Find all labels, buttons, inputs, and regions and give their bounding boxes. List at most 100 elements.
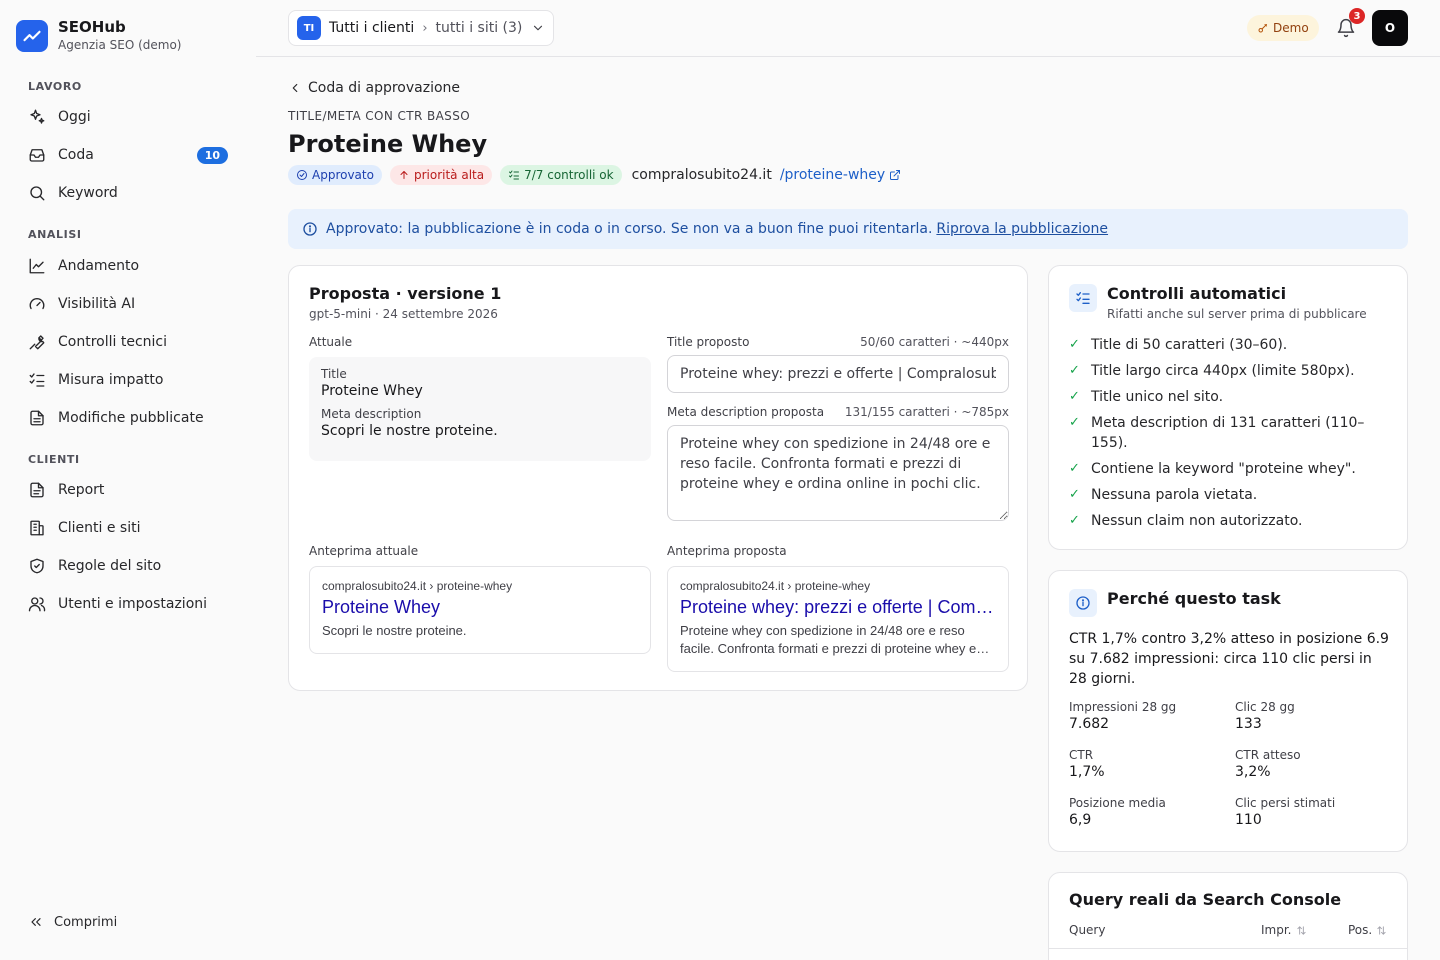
- brand[interactable]: SEOHub Agenzia SEO (demo): [16, 18, 181, 54]
- serp-url: compralosubito24.it › proteine-whey: [322, 579, 513, 593]
- report-icon: [30, 482, 44, 498]
- checks-badge: 7/7 controlli ok: [500, 165, 622, 185]
- user-avatar-button[interactable]: O: [1372, 10, 1408, 46]
- stat-avg-position: Posizione media 6,9: [1069, 796, 1166, 828]
- collapse-sidebar-button[interactable]: Comprimi: [28, 914, 117, 930]
- check-icon: ✓: [1069, 389, 1080, 404]
- stat-lost-clicks: Clic persi stimati 110: [1235, 796, 1336, 828]
- notification-count-badge: 3: [1349, 8, 1365, 24]
- proposal-title: Proposta · versione 1: [309, 284, 502, 303]
- page-path: /proteine-whey: [779, 167, 886, 183]
- serp-description: Scopri le nostre proteine.: [322, 623, 467, 638]
- serp-description: Proteine whey con spedizione in 24/48 or…: [680, 623, 977, 656]
- page-url-link[interactable]: /proteine-whey: [780, 167, 901, 183]
- sidebar-item-label: Oggi: [58, 109, 91, 125]
- proposal-subtitle: gpt-5-mini · 24 settembre 2026: [309, 307, 498, 321]
- task-meta-row: Approvato priorità alta 7/7 controlli ok…: [288, 164, 901, 186]
- current-title-label: Title: [321, 367, 347, 381]
- serp-title: Proteine whey: prezzi e offerte | Compra…: [680, 597, 996, 617]
- building-icon: [30, 520, 44, 536]
- demo-badge[interactable]: Demo: [1247, 15, 1319, 41]
- list-checks-icon: [29, 373, 45, 387]
- sparkles-icon: [30, 109, 45, 124]
- proposed-meta-textarea[interactable]: Proteine whey con spedizione in 24/48 or…: [667, 425, 1009, 521]
- check-icon: ✓: [1069, 363, 1080, 378]
- nav-section-lavoro: LAVORO: [28, 80, 82, 93]
- serp-preview-proposed: compralosubito24.it › proteine-whey Prot…: [667, 566, 1009, 672]
- current-title-value: Proteine Whey: [321, 383, 423, 399]
- priority-badge: priorità alta: [389, 165, 493, 185]
- trend-logo-icon: [16, 20, 48, 52]
- sidebar-item-label: Clienti e siti: [58, 520, 141, 536]
- sidebar-item-label: Regole del sito: [58, 558, 162, 574]
- status-badge: Approvato: [288, 165, 382, 185]
- sidebar-item-label: Visibilità AI: [58, 296, 136, 312]
- table-divider: [1049, 948, 1407, 949]
- arrow-up-icon: [400, 171, 408, 179]
- inbox-icon: [29, 149, 45, 162]
- col-header-position[interactable]: Pos.: [1348, 923, 1387, 937]
- col-header-impressions[interactable]: Impr.: [1261, 923, 1307, 937]
- sidebar-item-coda[interactable]: Coda 10: [28, 141, 228, 169]
- preview-proposed-label: Anteprima proposta: [667, 544, 787, 558]
- client-switcher[interactable]: TI Tutti i clienti › tutti i siti (3): [288, 10, 554, 46]
- sidebar-item-andamento[interactable]: Andamento: [28, 252, 228, 280]
- stat-ctr: CTR 1,7%: [1069, 748, 1105, 780]
- sidebar-item-label: Coda: [58, 147, 94, 163]
- why-text: CTR 1,7% contro 3,2% atteso in posizione…: [1069, 631, 1389, 687]
- sidebar-item-modifiche-pubblicate[interactable]: Modifiche pubblicate: [28, 404, 228, 432]
- sidebar-item-clienti-e-siti[interactable]: Clienti e siti: [28, 514, 228, 542]
- why-title: Perché questo task: [1107, 589, 1281, 608]
- sort-icon: [1296, 925, 1306, 935]
- sidebar-item-keyword[interactable]: Keyword: [28, 179, 228, 207]
- sidebar-item-label: Report: [58, 482, 105, 498]
- col-header-query: Query: [1069, 923, 1106, 937]
- sidebar-item-misura-impatto[interactable]: Misura impatto: [28, 366, 228, 394]
- check-item: ✓ Contiene la keyword "proteine whey".: [1069, 461, 1356, 477]
- search-icon: [30, 186, 45, 201]
- search-console-queries-card: Query reali da Search Console Query Impr…: [1048, 872, 1408, 960]
- banner-text: Approvato: la pubblicazione è in coda o …: [326, 221, 933, 237]
- list-checks-icon: [1069, 284, 1097, 312]
- check-item: ✓ Title di 50 caratteri (30–60).: [1069, 337, 1288, 353]
- site-selector-label: tutti i siti (3): [435, 20, 523, 36]
- sidebar-item-report[interactable]: Report: [28, 476, 228, 504]
- check-icon: ✓: [1069, 487, 1080, 502]
- check-icon: ✓: [1069, 461, 1080, 476]
- back-to-queue-link[interactable]: Coda di approvazione: [288, 80, 460, 96]
- sidebar-item-label: Misura impatto: [58, 372, 164, 388]
- topbar: TI Tutti i clienti › tutti i siti (3) De…: [256, 0, 1440, 57]
- proposed-meta-count: 131/155 caratteri · ~785px: [844, 405, 1009, 419]
- task-type-label: TITLE/META CON CTR BASSO: [288, 109, 471, 123]
- external-link-icon: [890, 170, 901, 180]
- stat-impressions: Impressioni 28 gg 7.682: [1069, 700, 1177, 732]
- proposed-title-input[interactable]: [667, 355, 1009, 393]
- serp-title: Proteine Whey: [322, 597, 441, 617]
- collapse-label: Comprimi: [54, 914, 118, 930]
- current-values-box: Title Proteine Whey Meta description Sco…: [309, 357, 651, 461]
- back-label: Coda di approvazione: [308, 80, 461, 96]
- serp-url: compralosubito24.it › proteine-whey: [680, 579, 871, 593]
- proposal-card: Proposta · versione 1 gpt-5-mini · 24 se…: [288, 265, 1028, 691]
- priority-label: priorità alta: [413, 168, 485, 182]
- check-icon: ✓: [1069, 415, 1080, 430]
- sidebar-item-controlli-tecnici[interactable]: Controlli tecnici: [28, 328, 228, 356]
- stat-clicks: Clic 28 gg 133: [1235, 700, 1295, 732]
- sidebar-item-visibilita-ai[interactable]: Visibilità AI: [28, 290, 228, 318]
- sort-icon: [1377, 925, 1386, 935]
- proposed-meta-label: Meta description proposta: [667, 405, 825, 419]
- info-banner: Approvato: la pubblicazione è in coda o …: [288, 209, 1408, 249]
- sidebar-item-regole-del-sito[interactable]: Regole del sito: [28, 552, 228, 580]
- sidebar-item-utenti-e-impostazioni[interactable]: Utenti e impostazioni: [28, 590, 228, 618]
- retry-publish-link[interactable]: Riprova la pubblicazione: [936, 221, 1108, 237]
- check-item: ✓ Title largo circa 440px (limite 580px).: [1069, 363, 1355, 379]
- current-meta-label: Meta description: [321, 407, 422, 421]
- serp-preview-current: compralosubito24.it › proteine-whey Prot…: [309, 566, 651, 654]
- key-icon: [1258, 24, 1267, 33]
- check-item: ✓ Nessun claim non autorizzato.: [1069, 513, 1303, 529]
- check-icon: ✓: [1069, 513, 1080, 528]
- check-icon: ✓: [1069, 337, 1080, 352]
- check-item: ✓ Title unico nel sito.: [1069, 389, 1224, 405]
- sidebar-item-oggi[interactable]: Oggi: [28, 103, 228, 131]
- demo-label: Demo: [1273, 21, 1309, 35]
